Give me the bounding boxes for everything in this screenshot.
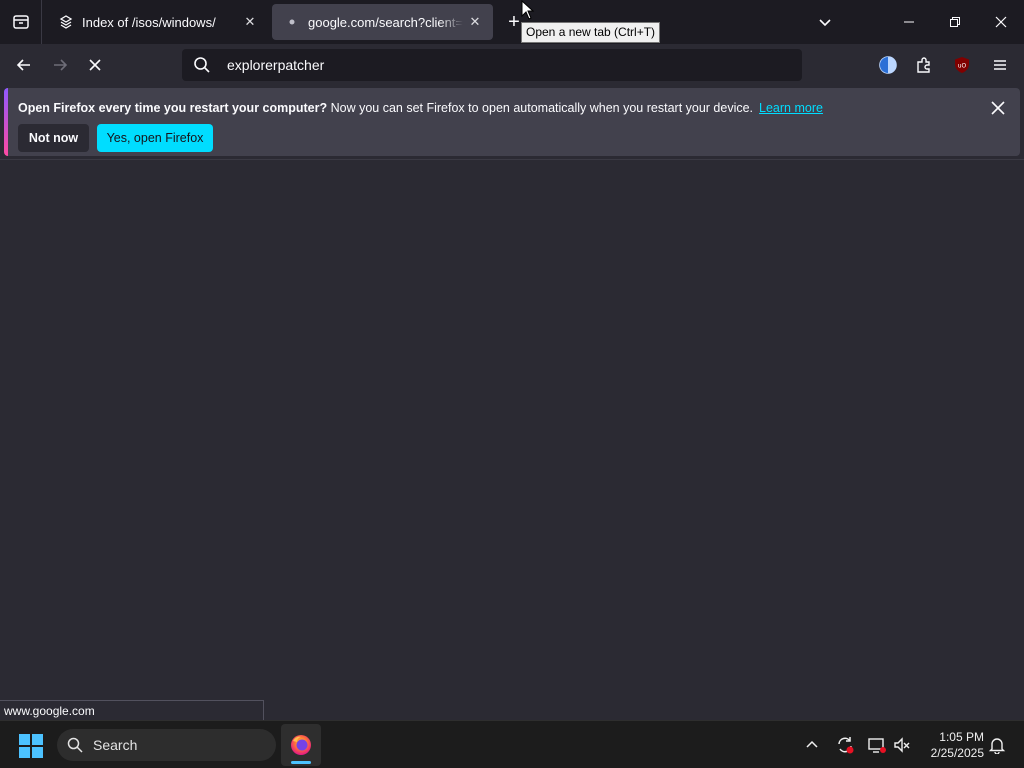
- system-clock[interactable]: 1:05 PM 2/25/2025: [918, 729, 984, 761]
- taskbar-firefox[interactable]: [281, 724, 321, 766]
- dark-reader-extension-button[interactable]: [872, 49, 904, 81]
- search-icon: [57, 737, 93, 753]
- clock-date: 2/25/2025: [930, 746, 984, 760]
- chevron-down-icon: [819, 19, 831, 27]
- minimize-button[interactable]: [886, 0, 932, 44]
- bell-icon: [988, 738, 1006, 754]
- tab-google-search[interactable]: google.com/search?client=firefox-b-d&q=e…: [272, 4, 493, 40]
- windows-logo-icon: [19, 734, 43, 758]
- sync-status-button[interactable]: [833, 733, 857, 757]
- notification-message: Open Firefox every time you restart your…: [18, 101, 823, 115]
- close-icon: [995, 16, 1007, 28]
- restore-button[interactable]: [932, 0, 978, 44]
- tab-title: Index of /isos/windows/: [82, 14, 216, 30]
- tab-close-icon[interactable]: ✕: [463, 10, 487, 34]
- start-button[interactable]: [18, 733, 44, 759]
- volume-button[interactable]: [890, 733, 914, 757]
- notification-heading: Open Firefox every time you restart your…: [18, 101, 328, 115]
- svg-text:uO: uO: [958, 63, 967, 70]
- running-indicator: [291, 761, 311, 764]
- restore-icon: [950, 17, 960, 27]
- default-browser-notification: Open Firefox every time you restart your…: [4, 88, 1020, 156]
- notifications-button[interactable]: [985, 733, 1009, 757]
- network-monitor-icon: [868, 738, 886, 753]
- new-tab-tooltip: Open a new tab (Ctrl+T): [521, 22, 661, 43]
- half-circle-icon: [879, 56, 897, 74]
- list-all-tabs-button[interactable]: [811, 8, 839, 36]
- puzzle-piece-icon: [917, 57, 930, 73]
- loading-dot-icon: [280, 18, 304, 26]
- volume-muted-icon: [894, 737, 910, 753]
- close-icon: [991, 101, 1005, 115]
- tab-close-icon[interactable]: ✕: [238, 10, 262, 34]
- minimize-icon: [904, 21, 914, 23]
- notification-close-button[interactable]: [986, 96, 1010, 120]
- extensions-button[interactable]: [908, 49, 940, 81]
- hamburger-menu-icon: [994, 60, 1006, 70]
- search-icon: [182, 56, 222, 74]
- page-content: [0, 160, 1024, 720]
- address-bar[interactable]: explorerpatcher: [182, 49, 802, 81]
- learn-more-link[interactable]: Learn more: [759, 101, 823, 115]
- tab-title: google.com/search?client=firefox-b-d&q=e…: [308, 14, 463, 30]
- close-window-button[interactable]: [978, 0, 1024, 44]
- firefox-icon: [291, 735, 311, 755]
- firefox-view-button[interactable]: [0, 0, 42, 44]
- show-hidden-icons-button[interactable]: [800, 733, 824, 757]
- yes-open-firefox-button[interactable]: Yes, open Firefox: [97, 124, 213, 152]
- forward-button[interactable]: [44, 49, 76, 81]
- navigation-toolbar: explorerpatcher uO: [0, 44, 1024, 86]
- mouse-cursor-icon: [521, 0, 535, 20]
- ublock-origin-button[interactable]: uO: [946, 49, 978, 81]
- notification-accent-bar: [4, 88, 8, 156]
- chevron-up-icon: [806, 740, 818, 748]
- stop-x-icon: [89, 59, 101, 71]
- network-button[interactable]: [865, 733, 889, 757]
- taskbar-search-label: Search: [93, 737, 138, 753]
- back-arrow-icon: [16, 59, 30, 71]
- back-button[interactable]: [8, 49, 40, 81]
- firefox-view-icon: [12, 15, 29, 29]
- not-now-button[interactable]: Not now: [18, 124, 89, 152]
- taskbar-search[interactable]: Search: [57, 729, 276, 761]
- tab-strip: Index of /isos/windows/ ✕ google.com/sea…: [0, 0, 1024, 44]
- sync-icon: [838, 737, 854, 754]
- tab-index-of-isos[interactable]: Index of /isos/windows/ ✕: [46, 4, 268, 40]
- clock-time: 1:05 PM: [939, 730, 984, 744]
- stop-button[interactable]: [79, 49, 111, 81]
- address-bar-text[interactable]: explorerpatcher: [222, 57, 324, 73]
- ublock-shield-icon: uO: [955, 57, 969, 73]
- notification-body: Now you can set Firefox to open automati…: [327, 101, 754, 115]
- windows-taskbar: Search 1:05 PM 2/25/2025: [0, 720, 1024, 768]
- page-icon: [54, 14, 78, 30]
- forward-arrow-icon: [54, 59, 68, 71]
- status-link-preview: www.google.com: [0, 700, 264, 721]
- plus-icon: +: [508, 10, 520, 33]
- app-menu-button[interactable]: [984, 49, 1016, 81]
